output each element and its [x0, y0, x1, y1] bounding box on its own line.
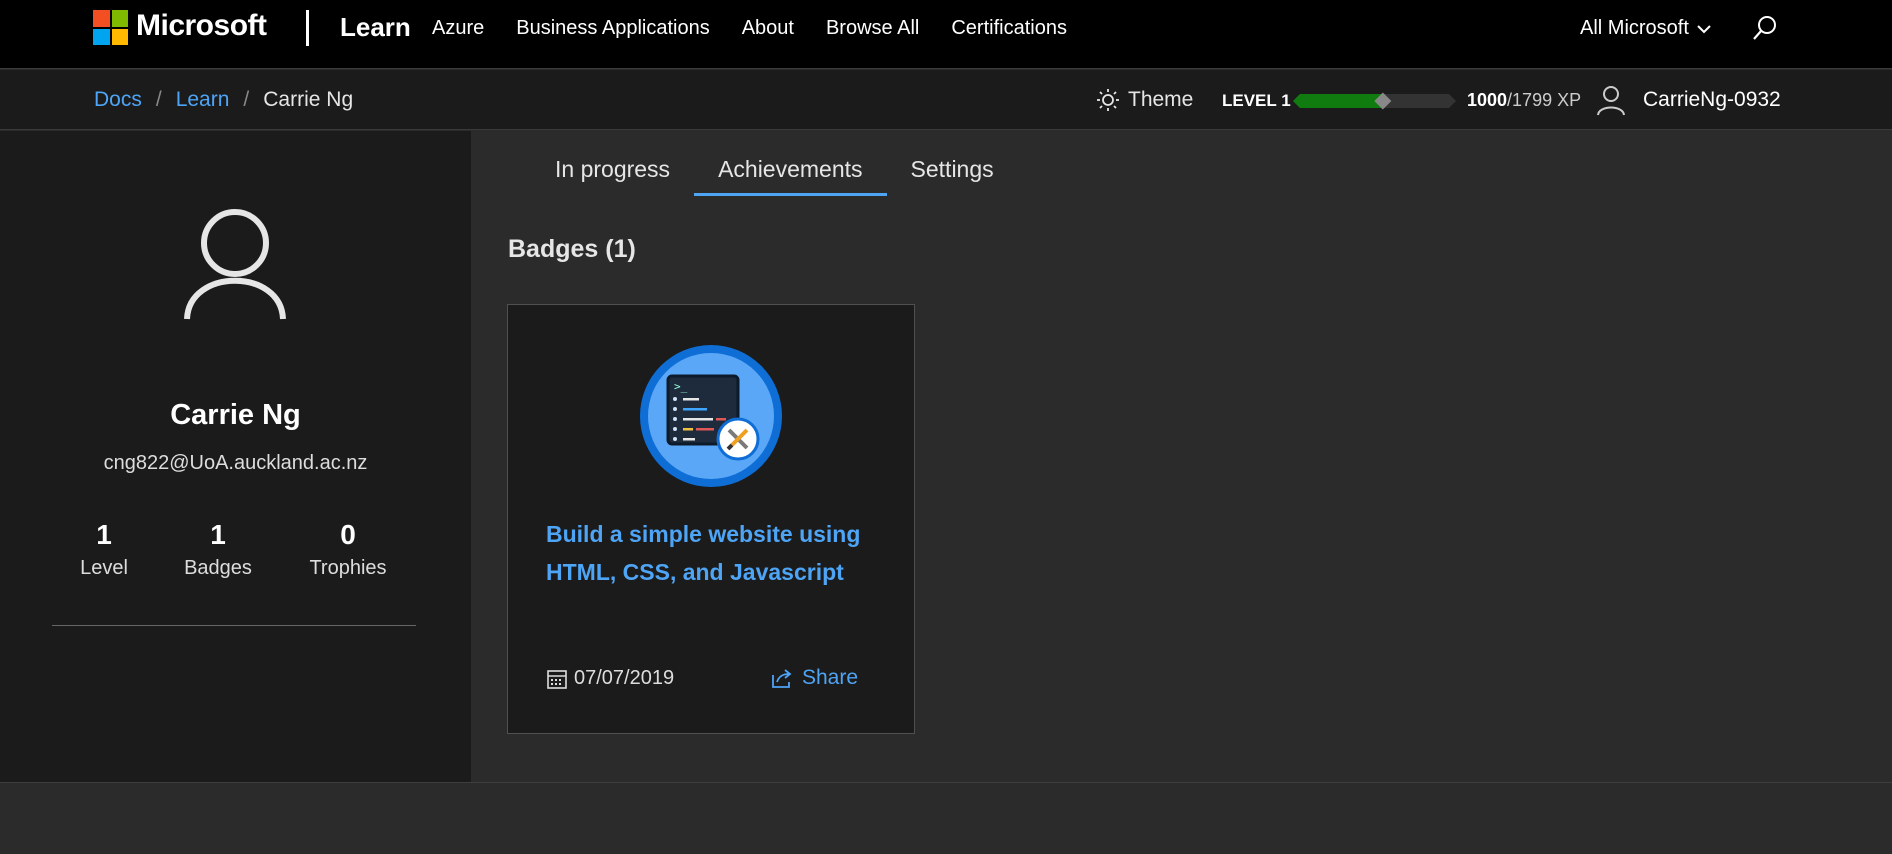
badge-date: 07/07/2019: [546, 667, 674, 690]
search-icon[interactable]: [1752, 15, 1778, 41]
stat-trophies: 0 Trophies: [298, 519, 398, 580]
share-icon: [772, 669, 792, 688]
xp-text: 1000/1799 XP: [1467, 90, 1581, 111]
nav-links: Azure Business Applications About Browse…: [432, 17, 1099, 40]
top-navigation: Microsoft Learn Azure Business Applicati…: [0, 0, 1892, 69]
sun-icon: [1097, 89, 1119, 111]
theme-button[interactable]: Theme: [1096, 88, 1193, 112]
nav-link-about[interactable]: About: [742, 17, 794, 40]
all-microsoft-dropdown[interactable]: All Microsoft: [1580, 17, 1711, 40]
sub-header: Docs / Learn / Carrie Ng Theme LEVEL 1 1…: [0, 70, 1892, 130]
divider: [306, 10, 309, 46]
badges-heading: Badges (1): [508, 235, 636, 263]
stat-badges: 1 Badges: [178, 519, 258, 580]
badge-card: >_ Build a simple website using HTML, CS…: [507, 304, 915, 734]
stat-level: 1 Level: [64, 519, 144, 580]
sidebar-divider: [52, 625, 416, 626]
level-label: LEVEL 1: [1222, 91, 1291, 110]
main-content: In progress Achievements Settings Badges…: [471, 131, 1892, 783]
footer-divider: [0, 782, 1892, 783]
tab-achievements[interactable]: Achievements: [694, 156, 887, 196]
badge-title-link[interactable]: Build a simple website using HTML, CSS, …: [546, 515, 886, 591]
product-title[interactable]: Learn: [340, 12, 411, 43]
stat-value: 1: [210, 519, 226, 550]
stat-value: 0: [340, 519, 356, 550]
calendar-icon: [547, 669, 567, 689]
breadcrumb: Docs / Learn / Carrie Ng: [94, 88, 353, 112]
stat-label: Trophies: [309, 557, 387, 579]
xp-progress-bar: [1293, 92, 1456, 110]
xp-total: /1799 XP: [1507, 90, 1582, 110]
badge-image-icon: >_: [640, 345, 782, 487]
profile-tabs: In progress Achievements Settings: [531, 156, 1018, 196]
stat-value: 1: [96, 519, 112, 550]
nav-link-azure[interactable]: Azure: [432, 17, 484, 40]
profile-email: cng822@UoA.auckland.ac.nz: [103, 452, 368, 474]
all-microsoft-label: All Microsoft: [1580, 17, 1689, 39]
breadcrumb-docs[interactable]: Docs: [94, 88, 142, 112]
username[interactable]: CarrieNg-0932: [1643, 88, 1781, 112]
share-label: Share: [802, 666, 859, 689]
nav-link-browse-all[interactable]: Browse All: [826, 17, 919, 40]
profile-sidebar: Carrie Ng cng822@UoA.auckland.ac.nz 1 Le…: [0, 131, 471, 783]
profile-name: Carrie Ng: [170, 399, 301, 431]
breadcrumb-separator: /: [155, 88, 162, 111]
stat-label: Level: [80, 557, 128, 579]
xp-current: 1000: [1467, 90, 1508, 110]
badge-date-text: 07/07/2019: [574, 667, 675, 689]
brand-name[interactable]: Microsoft: [136, 9, 267, 43]
nav-link-business-applications[interactable]: Business Applications: [516, 17, 709, 40]
theme-label: Theme: [1128, 88, 1194, 111]
user-icon[interactable]: [1596, 84, 1626, 116]
breadcrumb-current: Carrie Ng: [263, 88, 354, 111]
share-button[interactable]: Share: [770, 666, 858, 690]
microsoft-logo-icon[interactable]: [93, 10, 128, 45]
svg-text:>_: >_: [674, 380, 688, 393]
tab-in-progress[interactable]: In progress: [531, 156, 694, 196]
tab-settings[interactable]: Settings: [887, 156, 1018, 196]
chevron-down-icon: [1697, 24, 1711, 33]
avatar-icon: [184, 209, 286, 320]
breadcrumb-learn[interactable]: Learn: [176, 88, 230, 112]
breadcrumb-separator: /: [243, 88, 250, 111]
nav-link-certifications[interactable]: Certifications: [951, 17, 1067, 40]
stat-label: Badges: [184, 557, 252, 579]
